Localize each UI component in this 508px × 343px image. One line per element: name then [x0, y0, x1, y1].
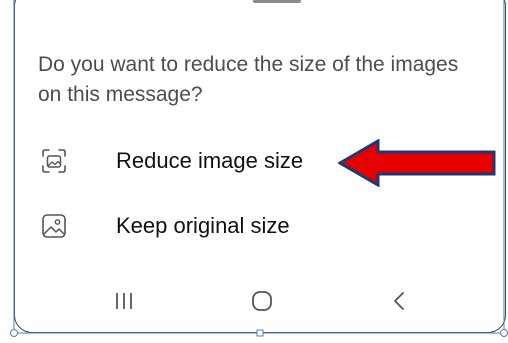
image-reduce-icon [40, 147, 68, 175]
recents-button[interactable] [104, 286, 144, 316]
option-reduce-label: Reduce image size [116, 148, 304, 173]
back-button[interactable] [380, 286, 420, 316]
recents-icon [116, 293, 132, 309]
screenshot: Do you want to reduce the size of the im… [0, 0, 508, 343]
red-arrow-annotation [338, 139, 496, 187]
system-navigation-bar [18, 278, 504, 324]
option-keep-original-size[interactable]: Keep original size [40, 206, 340, 246]
drag-handle[interactable] [253, 0, 301, 3]
image-icon [40, 212, 68, 240]
option-reduce-image-size[interactable]: Reduce image size [40, 141, 340, 181]
option-keep-label: Keep original size [116, 213, 290, 238]
home-button[interactable] [242, 286, 282, 316]
dialog-question: Do you want to reduce the size of the im… [38, 53, 459, 106]
back-icon [394, 292, 404, 310]
home-icon [252, 291, 272, 311]
